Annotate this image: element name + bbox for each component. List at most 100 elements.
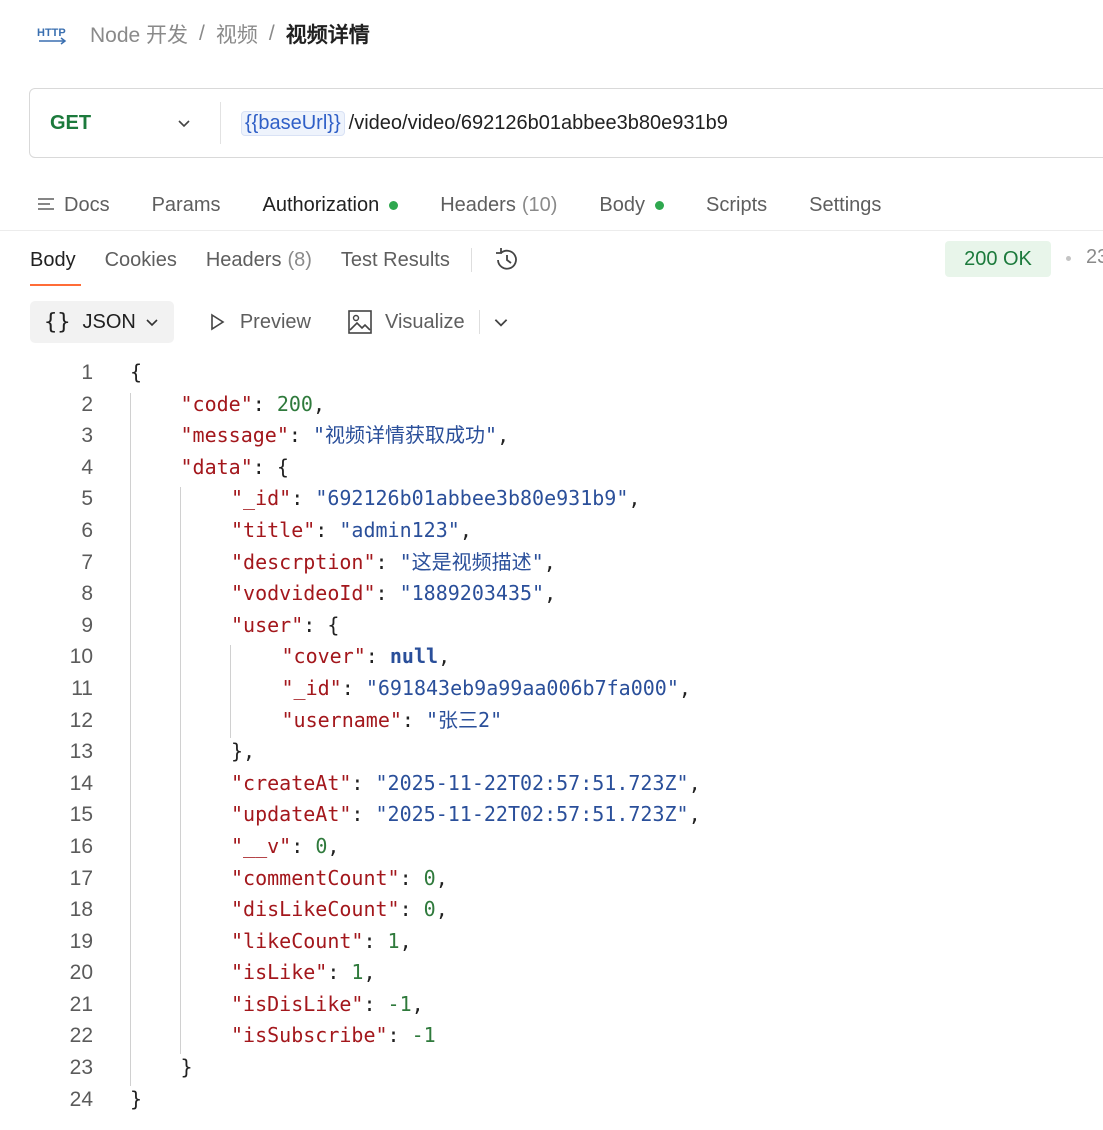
code-token: , (363, 960, 376, 985)
tab-label: Docs (64, 193, 110, 216)
code-text: "data": { (181, 452, 289, 484)
code-token: "username" (281, 707, 402, 732)
url-variable-token[interactable]: {{baseUrl}} (241, 110, 345, 136)
svg-text:HTTP: HTTP (37, 27, 66, 39)
url-input[interactable]: {{baseUrl}} /video/video/692126b01abbee3… (221, 110, 728, 136)
tab-response-body[interactable]: Body (30, 249, 76, 272)
format-select[interactable]: {} JSON (30, 301, 174, 343)
chevron-down-icon[interactable] (492, 313, 510, 331)
status-dot-icon (389, 200, 399, 210)
code-token: , (628, 486, 641, 511)
code-token: , (435, 865, 448, 890)
code-token: "createAt" (231, 770, 352, 795)
code-text: { (130, 357, 142, 389)
code-token: , (544, 581, 557, 606)
request-tabs: Docs Params Authorization Headers (10) B… (36, 185, 923, 225)
code-token: "692126b01abbee3b80e931b9" (315, 486, 629, 511)
code-token: } (130, 1086, 143, 1111)
code-token: , (399, 928, 412, 953)
indent-guide (130, 392, 131, 1086)
divider (470, 248, 472, 272)
code-token: : (365, 644, 390, 669)
breadcrumb-current-request[interactable]: 视频详情 (286, 19, 370, 49)
line-number: 19 (69, 929, 93, 953)
code-token: "__v" (231, 833, 292, 858)
line-number: 4 (81, 455, 93, 479)
line-number: 8 (81, 582, 93, 606)
code-text: "likeCount": 1, (231, 926, 412, 958)
request-url-bar: GET {{baseUrl}} /video/video/692126b01ab… (29, 88, 1103, 158)
preview-label: Preview (239, 310, 311, 333)
history-icon[interactable] (492, 245, 522, 275)
code-text: "username": "张三2" (282, 705, 503, 737)
breadcrumb-collection[interactable]: Node 开发 (90, 19, 188, 49)
line-number: 17 (69, 866, 93, 890)
tab-authorization[interactable]: Authorization (262, 193, 399, 217)
code-token: "isDisLike" (231, 991, 364, 1016)
code-token: : (291, 486, 316, 511)
code-token: "691843eb9a99aa006b7fa000" (365, 675, 679, 700)
play-icon (211, 313, 225, 331)
code-token: , (312, 391, 326, 416)
code-text: "isLike": 1, (231, 957, 376, 989)
code-token: "user" (231, 612, 304, 637)
tab-label: Test Results (340, 248, 450, 271)
code-token: "title" (231, 517, 316, 542)
tab-scripts[interactable]: Scripts (706, 194, 767, 217)
code-token: : (351, 770, 376, 795)
line-number: 6 (81, 518, 93, 542)
line-number: 23 (69, 1056, 93, 1080)
tab-body[interactable]: Body (599, 194, 665, 217)
tab-params[interactable]: Params (152, 194, 221, 217)
method-select[interactable]: GET (30, 112, 220, 135)
active-tab-underline (30, 284, 81, 286)
code-token: : (375, 549, 400, 574)
breadcrumb-separator: / (199, 22, 205, 45)
line-number: 10 (69, 645, 93, 669)
code-token: }, (231, 739, 256, 764)
braces-icon: {} (44, 309, 71, 335)
code-text: "_id": "691843eb9a99aa006b7fa000", (282, 673, 691, 705)
line-number: 5 (81, 487, 93, 511)
visualize-button[interactable]: Visualize (347, 309, 465, 335)
divider (0, 230, 1103, 231)
code-token: "message" (180, 423, 289, 448)
visualize-label: Visualize (384, 310, 465, 333)
code-text: } (181, 1052, 193, 1084)
tab-cookies[interactable]: Cookies (105, 249, 177, 272)
breadcrumb-folder[interactable]: 视频 (216, 19, 258, 49)
line-number: 14 (69, 771, 93, 795)
tab-headers[interactable]: Headers (10) (440, 194, 557, 217)
preview-button[interactable]: Preview (206, 311, 311, 334)
code-token: { (130, 360, 143, 384)
breadcrumb-separator: / (268, 22, 275, 45)
line-number: 24 (69, 1087, 93, 1111)
tab-label: Scripts (706, 193, 768, 216)
status-badge[interactable]: 200 OK (945, 241, 1051, 277)
code-token: "isSubscribe" (231, 1023, 388, 1048)
tab-test-results[interactable]: Test Results (341, 249, 450, 272)
tab-docs[interactable]: Docs (36, 194, 110, 217)
tab-label: Authorization (262, 193, 380, 216)
code-token: "2025-11-22T02:57:51.723Z" (375, 770, 689, 795)
code-token: : (327, 960, 352, 985)
code-token: : (341, 675, 366, 700)
code-token: : (291, 833, 316, 858)
tab-label: Cookies (104, 248, 177, 271)
line-number: 11 (71, 676, 93, 700)
tab-response-headers[interactable]: Headers (8) (206, 249, 312, 272)
code-token: 0 (423, 897, 436, 922)
code-text: "__v": 0, (231, 831, 339, 863)
code-token: "cover" (281, 644, 366, 669)
code-token: , (543, 549, 556, 574)
tab-settings[interactable]: Settings (809, 194, 881, 217)
code-text: "vodvideoId": "1889203435", (231, 578, 556, 610)
response-time[interactable]: 23 (1086, 246, 1103, 269)
code-text: "updateAt": "2025-11-22T02:57:51.723Z", (231, 799, 701, 831)
code-token: "descrption" (231, 549, 376, 574)
code-text: "user": { (231, 610, 339, 642)
code-token: 1 (351, 960, 364, 985)
code-token: : (363, 991, 388, 1016)
code-token: 0 (423, 865, 436, 890)
tab-label: Headers (440, 193, 516, 216)
